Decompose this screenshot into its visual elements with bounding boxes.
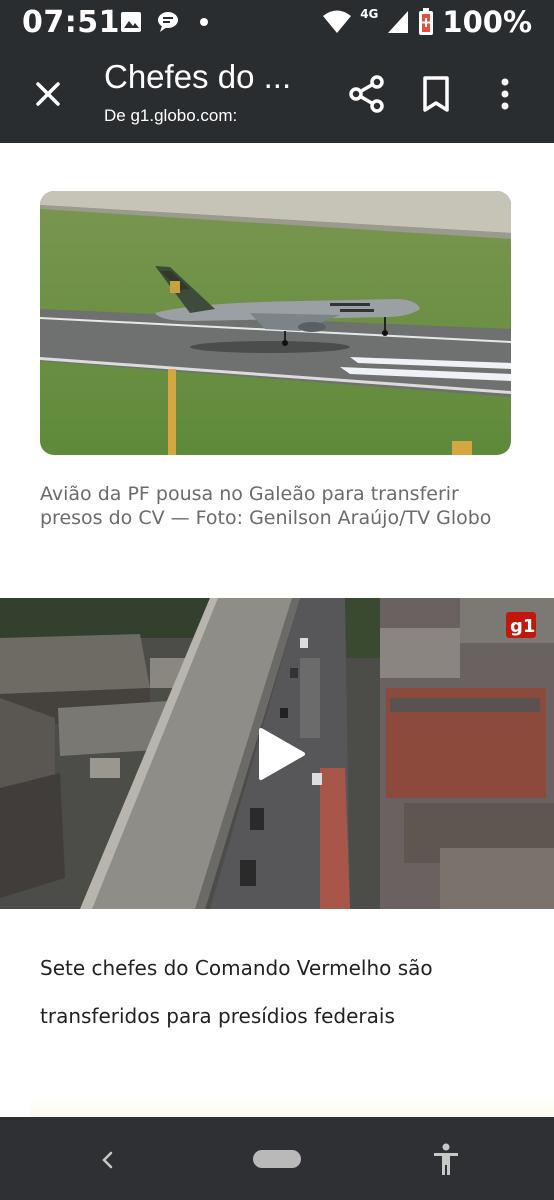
- page-source: De g1.globo.com:: [104, 106, 238, 125]
- article-photo: [40, 191, 511, 455]
- home-pill[interactable]: [253, 1150, 301, 1168]
- page-title: Chefes do ...: [104, 58, 292, 95]
- system-icons: 4G 100%: [322, 5, 532, 39]
- close-icon[interactable]: [30, 76, 66, 112]
- navigation-bar: [0, 1117, 554, 1200]
- status-bar: 07:51 4G 100%: [0, 0, 554, 46]
- accessibility-icon[interactable]: [430, 1141, 462, 1177]
- dot-icon: [200, 18, 208, 26]
- video-title: Sete chefes do Comando Vermelho são tran…: [40, 956, 433, 1028]
- chat-bubble-icon: [158, 12, 178, 32]
- content-fade: [30, 1096, 554, 1118]
- network-label: 4G: [360, 7, 379, 21]
- more-vert-icon[interactable]: [494, 74, 516, 114]
- video-player[interactable]: g1: [0, 598, 554, 909]
- image-icon: [121, 12, 141, 32]
- photo-caption: Avião da PF pousa no Galeão para transfe…: [40, 483, 492, 529]
- battery-percent: 100%: [442, 5, 532, 39]
- share-icon[interactable]: [348, 74, 386, 114]
- signal-icon: [388, 11, 409, 33]
- airplane-image: [40, 191, 511, 455]
- notification-icons: [120, 10, 214, 34]
- app-bar: Chefes do ... De g1.globo.com:: [0, 46, 554, 143]
- status-time: 07:51: [22, 5, 120, 40]
- back-icon[interactable]: [96, 1145, 120, 1175]
- wifi-icon: [323, 10, 352, 33]
- play-icon[interactable]: [255, 726, 307, 782]
- battery-icon: [419, 8, 434, 35]
- bookmark-icon[interactable]: [420, 74, 452, 114]
- video-logo: g1: [510, 616, 535, 637]
